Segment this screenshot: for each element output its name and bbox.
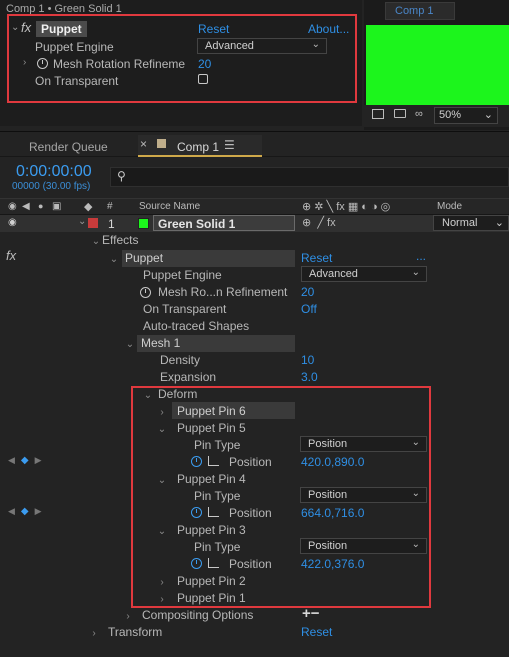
puppet-engine-dropdown[interactable]: Advanced ⌄	[197, 38, 327, 54]
layer-solid-swatch	[138, 218, 149, 229]
column-mode[interactable]: Mode	[437, 201, 462, 212]
effect-header-row[interactable]: ⌄ fx Puppet Reset About...	[9, 20, 355, 38]
fx-icon[interactable]: fx	[21, 20, 31, 35]
mesh-rotation-label: Mesh Rotation Refineme	[53, 57, 186, 71]
eye-icon[interactable]: ◉	[8, 201, 17, 212]
layer-row[interactable]: ◉ ⌄ 1 Green Solid 1 ⊕ ╱ fx Normal ⌄	[0, 215, 509, 232]
collapse-chevron-icon[interactable]: ⌄	[78, 216, 86, 227]
viewer-toolbar: ∞ 50% ⌄	[364, 105, 509, 127]
transform-label: Transform	[108, 625, 163, 639]
on-transparent-checkbox[interactable]	[198, 74, 208, 84]
expansion-value[interactable]: 3.0	[301, 370, 318, 384]
snapshot-icon[interactable]	[372, 109, 384, 119]
compositing-options[interactable]: › Compositing Options	[122, 608, 253, 625]
layer-switches[interactable]: ⊕ ╱ fx	[302, 216, 336, 229]
puppet-engine-value: Advanced	[309, 268, 358, 280]
transform-reset-link[interactable]: Reset	[301, 625, 332, 639]
on-transparent-label: On Transparent	[143, 302, 227, 316]
compositing-label: Compositing Options	[142, 608, 254, 622]
stopwatch-icon[interactable]	[140, 286, 151, 300]
close-icon[interactable]: ×	[140, 137, 147, 151]
pin5-keyframe-navigator[interactable]: ◀ ◆ ▶	[8, 455, 42, 466]
tab-comp1[interactable]: × Comp 1 ☰	[138, 135, 262, 157]
fx-icon[interactable]: fx	[6, 248, 16, 263]
expand-chevron-icon[interactable]: ›	[23, 57, 26, 68]
panel-divider	[0, 131, 509, 132]
effect-name-puppet[interactable]: Puppet	[36, 21, 87, 37]
timeline-column-header: ◉ ◀ ● ▣ ◆ # Source Name ⊕ ✲ ╲ fx ▦ ◐ ◑ ◎…	[0, 198, 509, 215]
collapse-chevron-icon[interactable]: ⌄	[90, 236, 102, 247]
green-solid-preview[interactable]	[366, 25, 509, 105]
expand-chevron-icon[interactable]: ›	[88, 628, 100, 639]
add-remove-mask-icon[interactable]: +−	[302, 605, 320, 622]
comp-color-swatch	[157, 139, 166, 148]
panel-menu-icon[interactable]: ☰	[224, 138, 235, 152]
mesh-rotation-value[interactable]: 20	[301, 285, 314, 299]
expand-chevron-icon[interactable]: ›	[122, 611, 134, 622]
chevron-down-icon: ⌄	[311, 39, 320, 50]
tab-render-queue[interactable]: Render Queue	[29, 140, 108, 154]
mesh1-group[interactable]: ⌄ Mesh 1	[124, 336, 181, 353]
puppet-engine-label: Puppet Engine	[143, 268, 222, 282]
expansion-label: Expansion	[160, 370, 217, 384]
blend-mode-dropdown[interactable]: Normal ⌄	[433, 215, 509, 231]
blend-mode-value: Normal	[442, 217, 478, 229]
highlight-box-deform	[131, 386, 431, 608]
puppet-engine-row: Puppet Engine Advanced ⌄	[9, 38, 355, 55]
puppet-engine-dropdown[interactable]: Advanced ⌄	[301, 266, 427, 282]
search-icon: ⚲	[117, 169, 126, 183]
on-transparent-label: On Transparent	[35, 74, 119, 88]
chevron-down-icon: ⌄	[483, 109, 493, 121]
layer-name[interactable]: Green Solid 1	[153, 215, 295, 231]
audio-icon[interactable]: ◀	[22, 201, 30, 212]
label-tag-icon[interactable]: ◆	[84, 200, 92, 213]
column-hash: #	[107, 201, 113, 212]
zoom-dropdown[interactable]: 50% ⌄	[434, 107, 498, 124]
on-transparent-value[interactable]: Off	[301, 302, 317, 316]
mask-icon[interactable]: ∞	[415, 108, 423, 120]
auto-traced-shapes-label: Auto-traced Shapes	[143, 319, 250, 333]
collapse-chevron-icon[interactable]: ⌄	[11, 22, 19, 33]
puppet-effect-label: Puppet	[125, 251, 164, 265]
zoom-value: 50%	[439, 109, 462, 121]
stopwatch-icon[interactable]	[37, 57, 48, 71]
mesh1-label: Mesh 1	[141, 336, 181, 350]
puppet-engine-label: Puppet Engine	[35, 40, 114, 54]
switches-icons[interactable]: ⊕ ✲ ╲ fx ▦ ◐ ◑ ◎	[302, 200, 390, 213]
viewer-tab-comp1[interactable]: Comp 1	[385, 2, 455, 20]
collapse-chevron-icon[interactable]: ⌄	[124, 339, 136, 350]
puppet-effect[interactable]: ⌄ Puppet	[108, 251, 163, 268]
current-time-display[interactable]: 0:00:00:00	[16, 163, 92, 181]
reset-link[interactable]: Reset	[198, 22, 229, 36]
about-link[interactable]: About...	[308, 22, 349, 36]
puppet-reset-link[interactable]: Reset	[301, 251, 332, 265]
tab-comp1-label: Comp 1	[177, 140, 220, 154]
mesh-rotation-value[interactable]: 20	[198, 57, 211, 71]
lock-icon[interactable]: ▣	[52, 201, 61, 212]
on-transparent-row: On Transparent	[9, 72, 355, 89]
eye-icon[interactable]: ◉	[8, 217, 17, 228]
effects-group[interactable]: ⌄ Effects	[90, 233, 139, 250]
layer-label-color[interactable]	[88, 218, 98, 228]
puppet-options-ellipsis[interactable]: ...	[416, 249, 426, 263]
solo-icon[interactable]: ●	[38, 201, 43, 211]
effects-label: Effects	[102, 233, 139, 247]
pin4-keyframe-navigator[interactable]: ◀ ◆ ▶	[8, 506, 42, 517]
density-label: Density	[160, 353, 201, 367]
mesh-rotation-label: Mesh Ro...n Refinement	[158, 285, 288, 299]
layer-number: 1	[108, 217, 115, 231]
density-value[interactable]: 10	[301, 353, 314, 367]
transform-group[interactable]: › Transform	[88, 625, 162, 642]
collapse-chevron-icon[interactable]: ⌄	[108, 254, 120, 265]
chevron-down-icon: ⌄	[411, 267, 420, 278]
puppet-engine-value: Advanced	[205, 40, 254, 52]
chevron-down-icon: ⌄	[494, 217, 504, 229]
mesh-rotation-row: › Mesh Rotation Refineme 20	[9, 55, 355, 72]
display-icon[interactable]	[394, 109, 406, 118]
column-source-name[interactable]: Source Name	[139, 201, 200, 212]
frame-rate-readout: 00000 (30.00 fps)	[12, 181, 91, 192]
timeline-search-input[interactable]: ⚲	[110, 167, 509, 187]
